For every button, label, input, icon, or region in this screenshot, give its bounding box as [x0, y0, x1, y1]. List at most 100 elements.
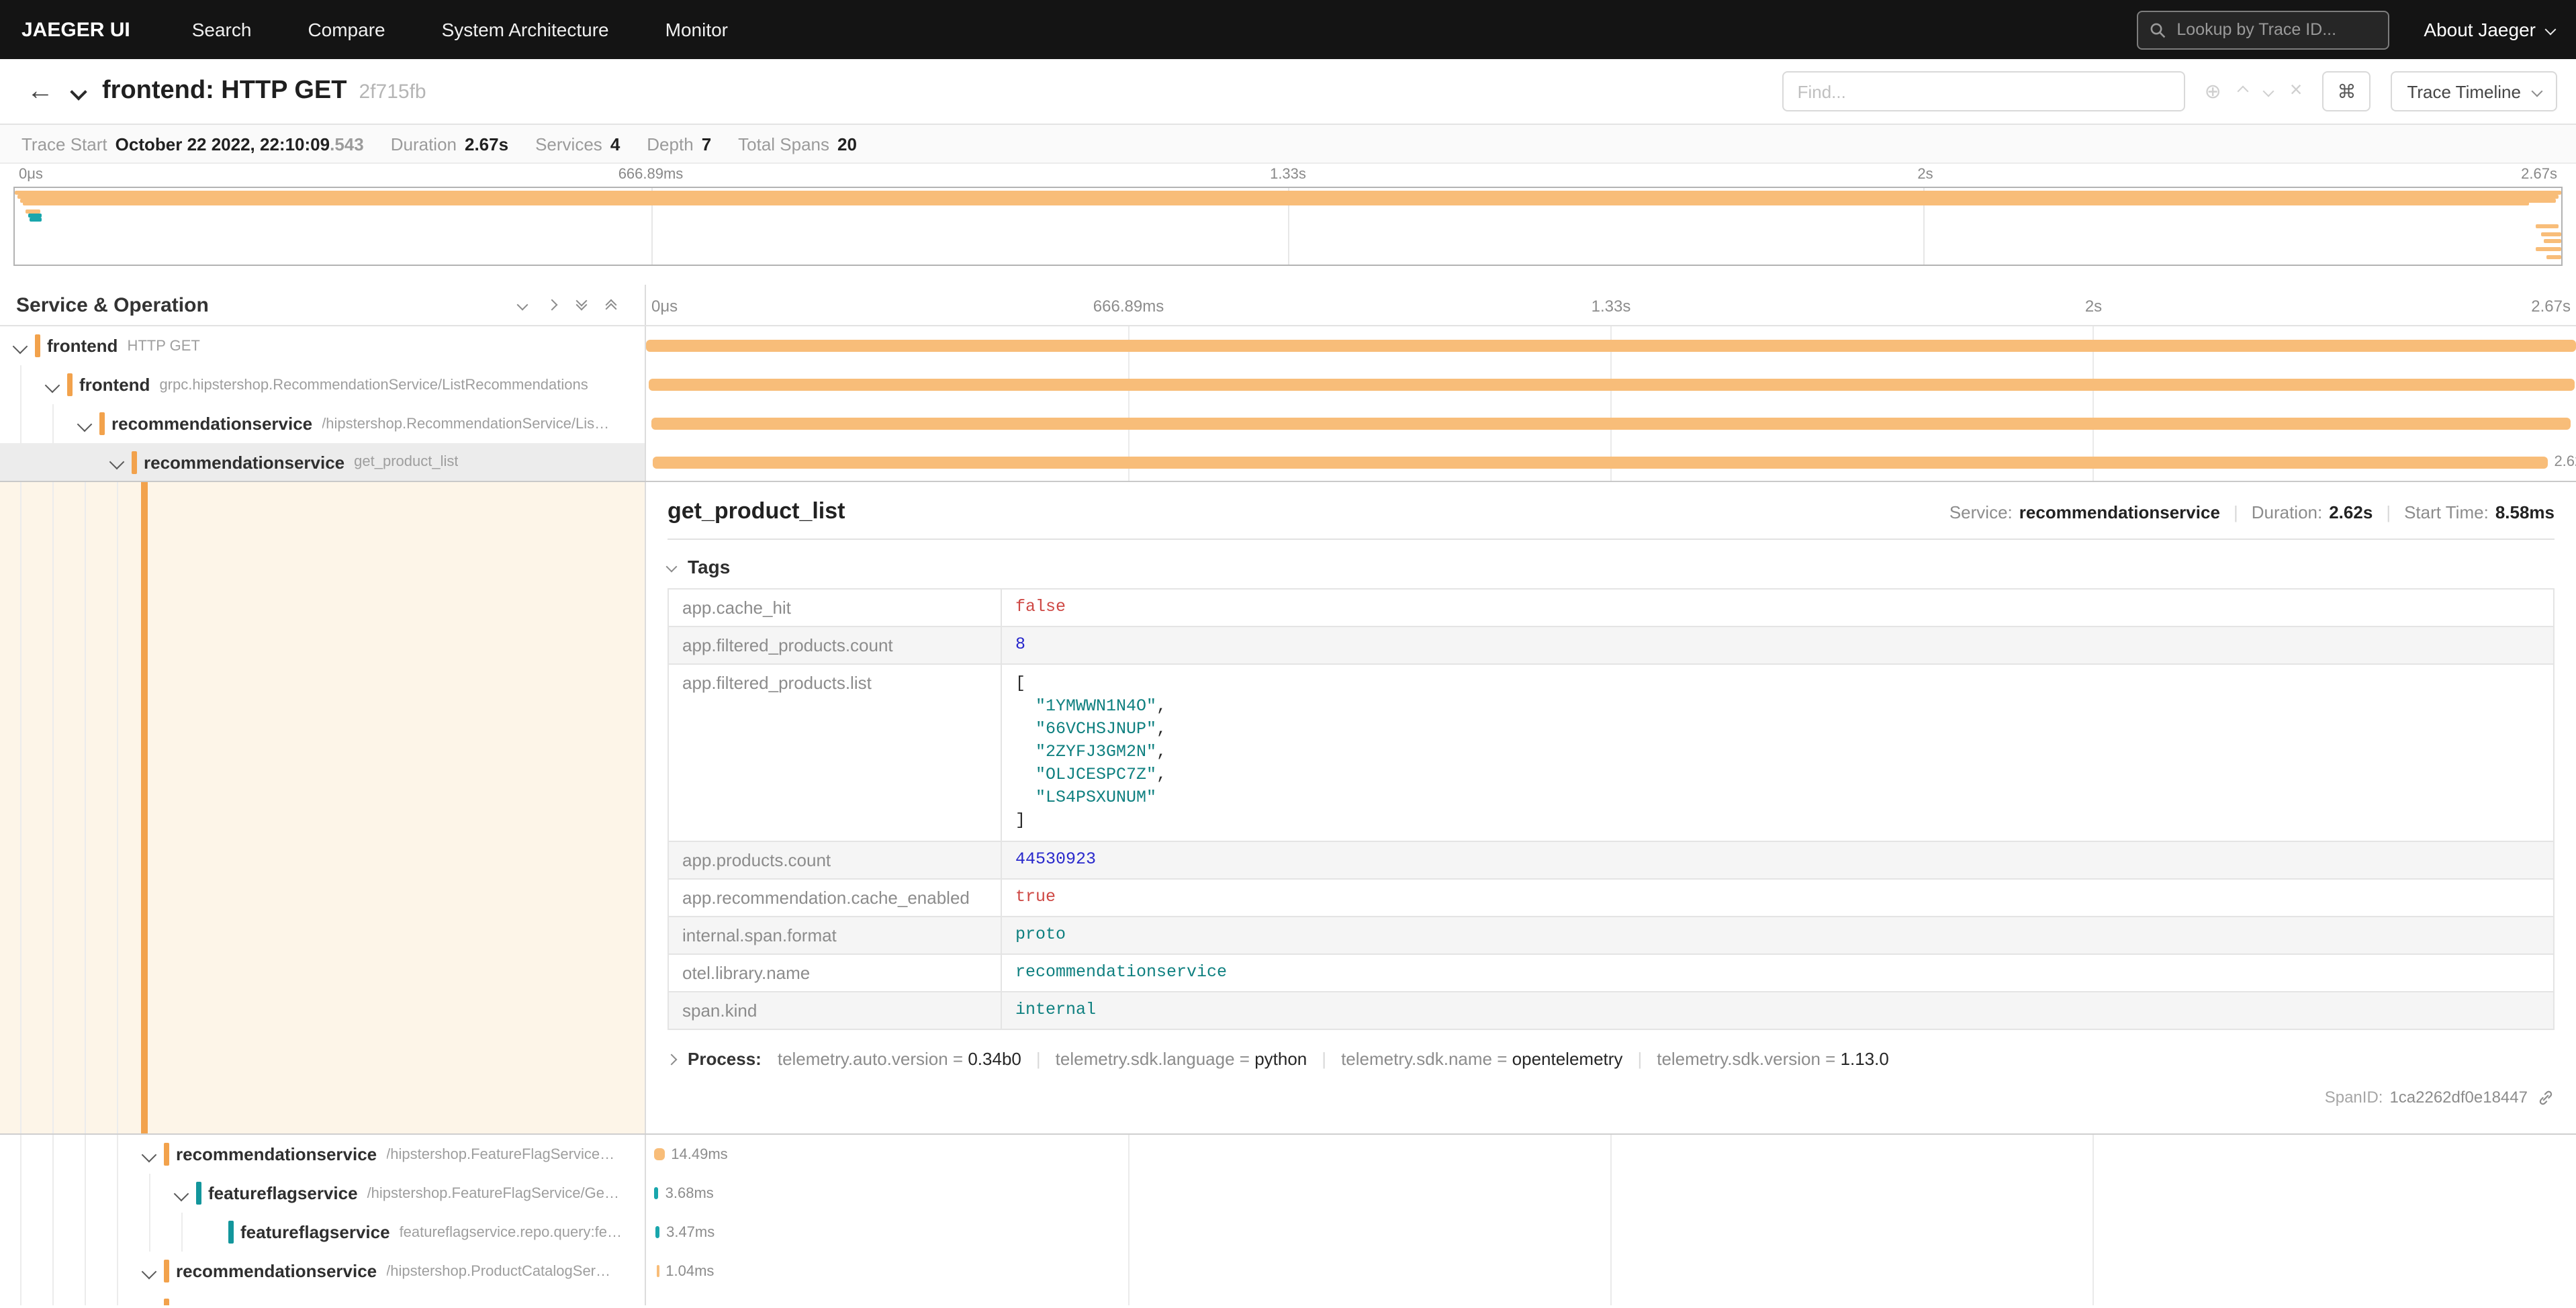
span-duration-bar[interactable]	[655, 1226, 659, 1238]
axis-tick-label: 666.89ms	[618, 167, 684, 183]
summary-label: Duration	[391, 134, 457, 154]
summary-item: Total Spans20	[738, 134, 857, 154]
tag-row: app.filtered_products.list[ "1YMWWN1N4O"…	[668, 664, 2554, 841]
span-duration-bar[interactable]	[655, 1187, 659, 1199]
span-duration-label: 3.47ms	[666, 1224, 715, 1240]
about-jaeger-menu[interactable]: About Jaeger	[2424, 19, 2555, 40]
span-row[interactable]: recommendationservice/hipstershop.Produc…	[0, 1252, 2576, 1291]
process-accordion-toggle[interactable]: Process: telemetry.auto.version = 0.34b0…	[668, 1049, 2555, 1069]
span-timeline-cell[interactable]	[646, 326, 2576, 365]
span-row-name-cell[interactable]: recommendationservice/hipstershop.Recomm…	[0, 404, 646, 443]
span-row[interactable]: featureflagservice featureflagservice.rep…	[0, 1213, 2576, 1252]
focus-match-icon[interactable]: ⊕	[2205, 81, 2221, 101]
span-row-name-cell[interactable]: frontendHTTP GET	[0, 326, 646, 365]
span-duration-bar[interactable]	[649, 379, 2574, 391]
expand-one-icon[interactable]	[547, 299, 558, 311]
span-timeline-cell[interactable]: 1.04ms	[646, 1252, 2576, 1291]
span-duration-label: 14.49ms	[671, 1146, 727, 1162]
jaeger-trace-page: JAEGER UI Search Compare System Architectu…	[0, 0, 2576, 1308]
tag-value: proto	[1001, 917, 2554, 954]
span-timeline-cell[interactable]: 14.49ms	[646, 1135, 2576, 1174]
keyboard-shortcuts-button[interactable]: ⌘	[2322, 71, 2371, 111]
span-color-accent	[35, 334, 40, 357]
span-timeline-cell[interactable]	[646, 1291, 2576, 1305]
span-detail-meta: Service:recommendationservice|Duration:2…	[1949, 502, 2555, 522]
minimap-canvas[interactable]	[13, 187, 2563, 266]
next-match-icon[interactable]	[2262, 86, 2274, 97]
span-duration-bar[interactable]	[652, 456, 2547, 468]
back-button[interactable]: ←	[27, 78, 54, 105]
span-row[interactable]: frontendHTTP GET	[0, 326, 2576, 365]
command-icon: ⌘	[2337, 80, 2356, 103]
trace-id-lookup-input[interactable]	[2174, 19, 2377, 40]
process-value: 0.34b0	[968, 1049, 1021, 1069]
span-row-name-cell[interactable]: featureflagservice featureflagservice.rep…	[0, 1213, 646, 1252]
span-service-name: recommendationservice	[176, 1144, 377, 1164]
span-row[interactable]: frontendgrpc.hipstershop.RecommendationS…	[0, 365, 2576, 404]
summary-value: 7	[702, 134, 711, 154]
nav-item-compare[interactable]: Compare	[308, 19, 385, 40]
tag-row: otel.library.namerecommendationservice	[668, 954, 2554, 992]
span-detail-title: get_product_list	[668, 498, 845, 525]
clear-find-icon[interactable]: ×	[2290, 81, 2303, 102]
span-row-name-cell[interactable]: recommendationserviceget_product_list	[0, 443, 646, 481]
deep-link-icon[interactable]	[2537, 1088, 2555, 1106]
nav-item-system-architecture[interactable]: System Architecture	[442, 19, 609, 40]
span-row[interactable]: featureflagservice/hipstershop.FeatureFl…	[0, 1174, 2576, 1213]
prev-match-icon[interactable]	[2237, 86, 2248, 97]
span-duration-bar[interactable]	[646, 340, 2576, 352]
span-detail-panel: get_product_list Service:recommendations…	[646, 482, 2576, 1133]
chevron-down-icon[interactable]	[109, 455, 125, 470]
nav-item-monitor[interactable]: Monitor	[665, 19, 728, 40]
trace-view-selector[interactable]: Trace Timeline	[2391, 71, 2557, 111]
collapse-all-icon[interactable]	[578, 301, 586, 309]
trace-minimap: 0μs666.89ms1.33s2s2.67s	[0, 164, 2576, 266]
tag-key: app.recommendation.cache_enabled	[668, 879, 1001, 917]
find-input[interactable]	[1783, 71, 2186, 111]
chevron-down-icon[interactable]	[142, 1264, 157, 1279]
span-row[interactable]: recommendationserviceget_product_list2.6…	[0, 443, 2576, 482]
span-row-name-cell[interactable]: recommendationservice/hipstershop.Produc…	[0, 1252, 646, 1291]
chevron-down-icon[interactable]	[45, 377, 60, 393]
chevron-down-icon[interactable]	[142, 1303, 157, 1305]
summary-item: Services4	[535, 134, 620, 154]
expand-all-icon[interactable]	[607, 297, 615, 312]
chevron-down-icon[interactable]	[142, 1147, 157, 1162]
span-duration-bar[interactable]	[653, 1148, 664, 1160]
span-duration-bar[interactable]	[651, 418, 2570, 430]
span-timeline-cell[interactable]	[646, 404, 2576, 443]
span-operation-name: featureflagservice.repo.query:fe…	[400, 1224, 622, 1240]
tags-accordion-toggle[interactable]: Tags	[668, 556, 2555, 577]
span-row-name-cell[interactable]	[0, 1291, 646, 1305]
span-timeline-cell[interactable]: 3.68ms	[646, 1174, 2576, 1213]
span-row[interactable]	[0, 1291, 2576, 1305]
span-timeline-cell[interactable]: 2.62s	[646, 443, 2576, 481]
minimap-span-bar	[2536, 247, 2561, 251]
trace-id-lookup[interactable]	[2136, 10, 2389, 49]
span-timeline-cell[interactable]: 3.47ms	[646, 1213, 2576, 1252]
span-timeline-cell[interactable]	[646, 365, 2576, 404]
summary-value: October 22 2022, 22:10:09	[116, 134, 330, 154]
span-row-name-cell[interactable]: frontendgrpc.hipstershop.RecommendationS…	[0, 365, 646, 404]
summary-label: Total Spans	[738, 134, 829, 154]
span-row[interactable]: recommendationservice/hipstershop.Recomm…	[0, 404, 2576, 443]
span-row[interactable]: recommendationservice/hipstershop.Featur…	[0, 1135, 2576, 1174]
detail-meta-value: 2.62s	[2329, 502, 2373, 522]
chevron-down-icon[interactable]	[77, 416, 93, 432]
chevron-down-icon[interactable]	[13, 338, 28, 354]
app-logo[interactable]: JAEGER UI	[21, 18, 130, 41]
chevron-down-icon[interactable]	[174, 1186, 189, 1201]
detail-left-gutter	[0, 482, 646, 1133]
summary-value: 4	[610, 134, 620, 154]
tag-row: app.products.count44530923	[668, 841, 2554, 879]
span-row-name-cell[interactable]: recommendationservice/hipstershop.Featur…	[0, 1135, 646, 1174]
span-row-name-cell[interactable]: featureflagservice/hipstershop.FeatureFl…	[0, 1174, 646, 1213]
span-duration-bar[interactable]	[657, 1265, 659, 1277]
minimap-span-bar	[29, 214, 42, 218]
collapse-one-icon[interactable]	[517, 299, 528, 311]
tag-row: app.recommendation.cache_enabledtrue	[668, 879, 2554, 917]
nav-item-search[interactable]: Search	[192, 19, 252, 40]
collapse-trace-header-icon[interactable]	[70, 83, 87, 99]
span-service-name: featureflagservice	[240, 1222, 390, 1242]
span-operation-name: grpc.hipstershop.RecommendationService/L…	[159, 377, 588, 393]
